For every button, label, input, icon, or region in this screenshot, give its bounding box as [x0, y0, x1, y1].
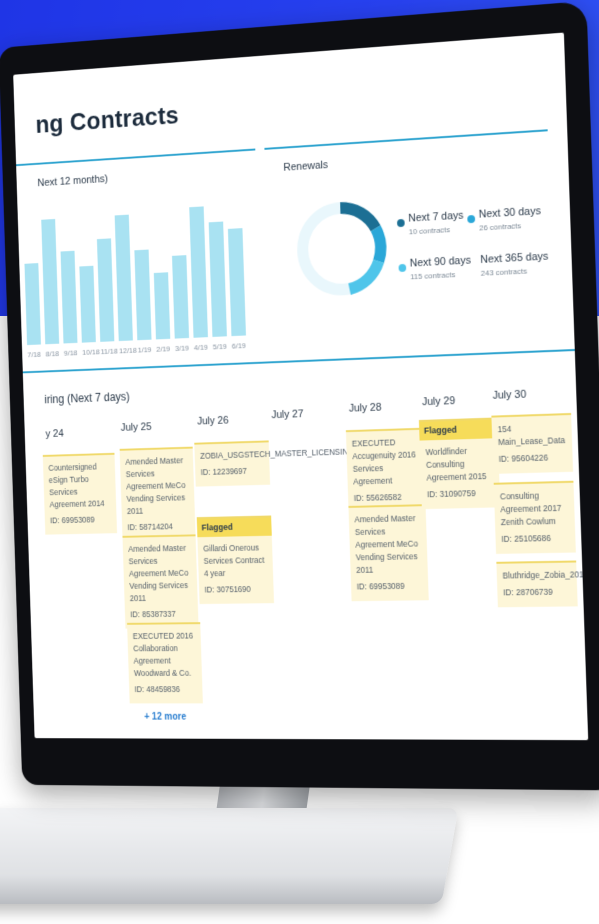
chart-bar [134, 250, 151, 341]
contract-id: ID: 25105686 [501, 532, 570, 546]
contract-card[interactable]: Amended Master Services Agreement MeCo V… [120, 447, 196, 542]
contract-title: Countersigned eSign Turbo Services Agree… [48, 462, 104, 509]
contract-card[interactable]: Consulting Agreement 2017 Zenith Cowlum … [494, 481, 576, 554]
chart-tick-label: 8/18 [45, 349, 59, 358]
contract-title: Bluthridge_Zobia_2014_Services_Agreement [502, 568, 588, 581]
chart-bar [41, 219, 59, 344]
chart-tick-label: 7/18 [27, 350, 41, 359]
legend-next-365-days[interactable]: Next 365 days 243 contracts [480, 251, 549, 278]
legend-dot [397, 219, 405, 227]
contract-id: ID: 48459836 [134, 683, 197, 696]
contract-card[interactable]: EXECUTED 2016 Collaboration Agreement Wo… [127, 622, 203, 703]
divider [264, 129, 547, 150]
contract-id: ID: 28706739 [503, 586, 572, 600]
contract-id: ID: 58714204 [127, 520, 190, 534]
monitor: ng Contracts Next 12 months) 7/18 8/18 9/1… [0, 1, 599, 791]
day-label: y 24 [45, 428, 63, 440]
contract-card[interactable]: Amended Master Services Agreement MeCo V… [348, 504, 428, 601]
legend-dot [467, 215, 475, 223]
contract-card-flagged[interactable]: Flagged Gillardi Onerous Services Contra… [197, 515, 274, 604]
contract-title: EXECUTED 2016 Collaboration Agreement Wo… [133, 631, 194, 678]
chart-tick-label: 5/19 [213, 342, 227, 351]
donut-segment-7-days [340, 206, 375, 230]
chart-bar [61, 251, 78, 344]
flagged-badge: Flagged [419, 419, 498, 440]
chart-bar [24, 263, 40, 345]
day-label: July 27 [271, 408, 303, 421]
legend-count: 115 contracts [410, 269, 471, 281]
chart-bar [79, 266, 95, 343]
legend-count: 26 contracts [479, 220, 541, 232]
chart-bar [209, 222, 227, 337]
legend-title: Next 7 days [408, 210, 464, 225]
chart-tick-label: 11/18 [100, 347, 117, 356]
chart-tick-label: 12/18 [119, 346, 137, 355]
legend-title: Next 365 days [480, 251, 548, 266]
day-label: July 28 [349, 402, 382, 415]
expiring-section-label: iring (Next 7 days) [44, 390, 130, 406]
contract-id: ID: 85387337 [130, 608, 193, 621]
chart-tick-label: 10/18 [82, 348, 100, 357]
legend-title: Next 30 days [479, 205, 541, 220]
contract-card[interactable]: Countersigned eSign Turbo Services Agree… [43, 453, 117, 535]
contract-card[interactable]: Amended Master Services Agreement MeCo V… [122, 534, 198, 628]
contract-id: ID: 69953089 [357, 580, 423, 594]
contract-title: Amended Master Services Agreement MeCo V… [125, 456, 185, 516]
more-contracts-link[interactable]: + 12 more [144, 712, 186, 723]
contract-id: ID: 69953089 [50, 513, 112, 527]
chart-label: Next 12 months) [37, 173, 108, 189]
renewals-donut-chart [289, 192, 395, 304]
chart-bar [228, 228, 246, 336]
chart-bar [189, 206, 208, 337]
contract-card-flagged[interactable]: Flagged Worldfinder Consulting Agreement… [419, 417, 500, 509]
contract-title: Amended Master Services Agreement MeCo V… [128, 543, 188, 603]
contract-id: ID: 31090759 [427, 487, 494, 501]
chart-tick-label: 1/19 [138, 345, 152, 354]
contract-card[interactable]: Bluthridge_Zobia_2014_Services_Agreement… [496, 560, 577, 607]
chart-bar [154, 272, 170, 339]
contract-id: ID: 55626582 [354, 491, 420, 505]
chart-tick-label: 3/19 [175, 344, 189, 353]
dashboard-screen: ng Contracts Next 12 months) 7/18 8/18 9/1… [13, 33, 588, 741]
bar-chart [18, 200, 262, 345]
contract-id: ID: 30751690 [204, 583, 268, 596]
donut-segment-90-days [349, 261, 380, 289]
legend-next-90-days[interactable]: Next 90 days 115 contracts [410, 255, 472, 282]
contract-title: Gillardi Onerous Services Contract 4 yea… [203, 543, 265, 578]
legend-title: Next 90 days [410, 255, 472, 270]
contract-id: ID: 12239697 [200, 465, 264, 479]
chart-tick-label: 2/19 [156, 345, 170, 354]
contract-title: Worldfinder Consulting Agreement 2015 [425, 446, 486, 483]
contract-title: EXECUTED Accugenuity 2016 Services Agree… [352, 437, 416, 486]
divider [16, 149, 255, 167]
contract-card[interactable]: EXECUTED Accugenuity 2016 Services Agree… [346, 428, 426, 513]
photo-scene: ng Contracts Next 12 months) 7/18 8/18 9/1… [0, 0, 599, 924]
donut-segment-30-days [376, 228, 381, 261]
contract-title: Consulting Agreement 2017 Zenith Cowlum [500, 491, 562, 528]
chart-bar [97, 238, 114, 342]
renewals-label: Renewals [283, 159, 328, 173]
contract-card[interactable]: ZOBIA_USGSTECH_MASTER_LICENSING2014 ID: … [194, 440, 270, 486]
contract-title: 154 Main_Lease_Data [497, 424, 565, 447]
chart-tick-label: 9/18 [64, 349, 78, 358]
day-label: July 30 [492, 389, 526, 402]
legend-next-7-days[interactable]: Next 7 days 10 contracts [408, 210, 464, 237]
day-label: July 25 [121, 421, 152, 433]
chart-tick-label: 6/19 [232, 341, 246, 350]
legend-count: 10 contracts [409, 224, 465, 236]
contract-card[interactable]: 154 Main_Lease_Data ID: 95604226 [491, 413, 573, 474]
monitor-stand-base [0, 808, 458, 904]
flagged-badge: Flagged [197, 517, 272, 537]
legend-dot [398, 264, 406, 272]
day-label: July 26 [197, 415, 229, 428]
legend-next-30-days[interactable]: Next 30 days 26 contracts [479, 205, 542, 232]
day-label: July 29 [422, 395, 456, 408]
chart-bar [172, 255, 189, 338]
contract-id: ID: 95604226 [498, 451, 566, 466]
chart-tick-label: 4/19 [194, 343, 208, 352]
page-title: ng Contracts [35, 100, 179, 139]
contract-title: Amended Master Services Agreement MeCo V… [354, 513, 418, 575]
legend-count: 243 contracts [481, 266, 549, 278]
chart-bar [115, 215, 133, 341]
